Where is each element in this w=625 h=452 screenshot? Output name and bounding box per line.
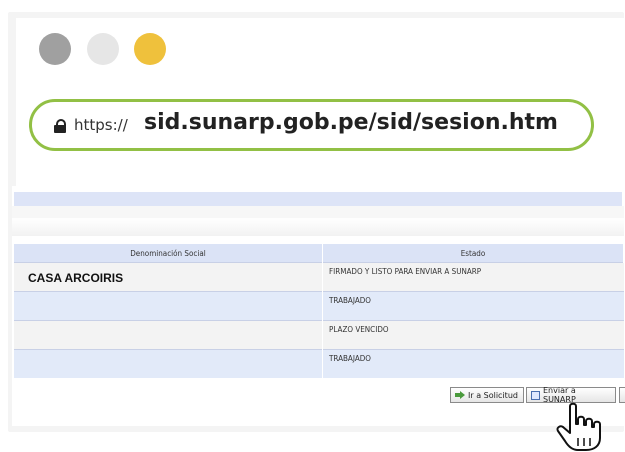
address-bar[interactable]: https:// sid.sunarp.gob.pe/sid/sesion.ht… — [29, 99, 594, 151]
go-to-request-label: Ir a Solicitud — [468, 390, 518, 400]
table-row[interactable]: PLAZO VENCIDO — [14, 320, 624, 350]
table-row[interactable]: TRABAJADO — [14, 291, 624, 321]
next-button-partial[interactable] — [619, 387, 625, 403]
column-header-name: Denominación Social — [14, 244, 323, 263]
company-name: CASA ARCOIRIS — [28, 271, 124, 285]
go-to-request-button[interactable]: Ir a Solicitud — [450, 387, 524, 403]
window-close-dot[interactable] — [39, 33, 71, 65]
table-header-row: Denominación Social Estado — [14, 244, 624, 263]
request-state: TRABAJADO — [329, 354, 371, 363]
company-name — [14, 292, 322, 300]
request-state: TRABAJADO — [329, 296, 371, 305]
send-to-sunarp-button[interactable]: Enviar a SUNARP — [526, 386, 616, 404]
request-state: PLAZO VENCIDO — [329, 325, 389, 334]
arrow-right-icon — [455, 391, 465, 399]
url-host-path: sid.sunarp.gob.pe/sid/sesion.htm — [144, 110, 558, 135]
column-header-state: Estado — [322, 244, 624, 263]
company-name — [14, 321, 322, 329]
lock-icon — [54, 119, 66, 133]
page-divider — [12, 218, 624, 236]
url-protocol: https:// — [74, 116, 128, 134]
page-subheader-band — [12, 206, 624, 218]
table-row[interactable]: TRABAJADO — [14, 349, 624, 378]
page-header-band — [14, 192, 622, 206]
table-row[interactable]: CASA ARCOIRIS FIRMADO Y LISTO PARA ENVIA… — [14, 262, 624, 292]
requests-table: Denominación Social Estado CASA ARCOIRIS… — [14, 244, 624, 378]
web-page: Denominación Social Estado CASA ARCOIRIS… — [12, 186, 625, 426]
hand-pointer-icon — [556, 402, 601, 451]
window-minimize-dot[interactable] — [87, 33, 119, 65]
document-icon — [531, 390, 540, 400]
company-name — [14, 350, 322, 358]
action-bar: Ir a Solicitud Enviar a SUNARP — [12, 380, 625, 414]
window-maximize-dot[interactable] — [134, 33, 166, 65]
request-state: FIRMADO Y LISTO PARA ENVIAR A SUNARP — [329, 267, 482, 276]
